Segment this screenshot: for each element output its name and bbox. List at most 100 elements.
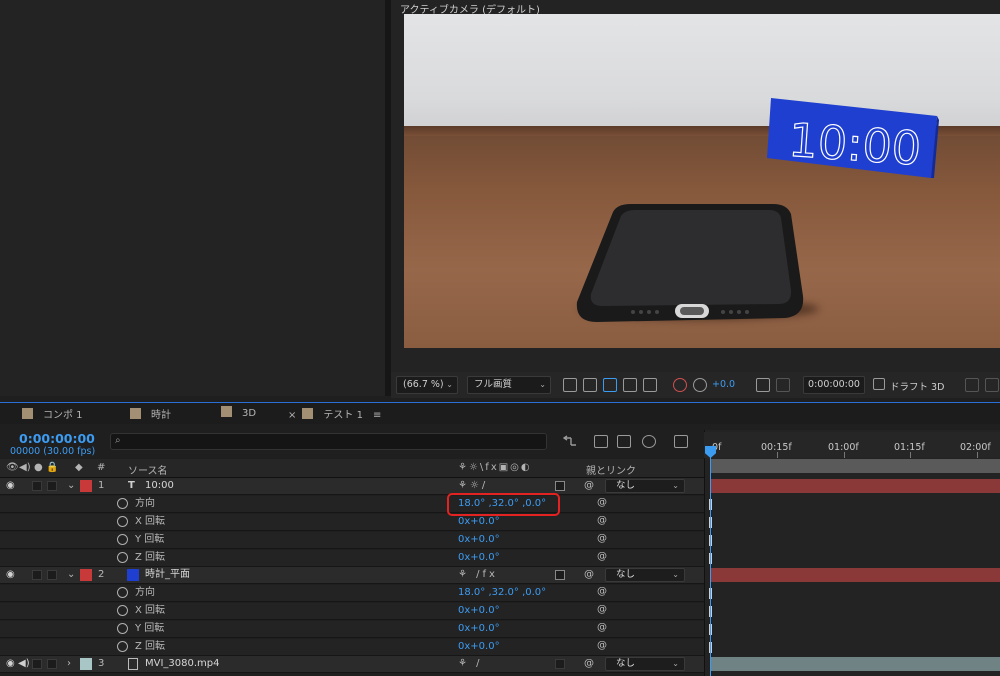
stopwatch-icon[interactable]	[117, 534, 128, 545]
orientation-value[interactable]: 18.0° ,32.0° ,0.0°	[458, 585, 546, 601]
3d-layer-switch[interactable]	[555, 481, 565, 491]
layer-row-3[interactable]	[0, 656, 704, 673]
solo-switch[interactable]	[32, 570, 42, 580]
reset-exposure-icon[interactable]	[693, 378, 707, 392]
camera-snapshot-icon[interactable]	[756, 378, 770, 392]
pick-whip-icon[interactable]: @	[597, 622, 607, 633]
layer-switches[interactable]: ⚘ /fx	[458, 567, 498, 583]
tab-3d[interactable]: 3D	[221, 406, 256, 422]
snapshot-region-icon[interactable]	[563, 378, 577, 392]
viewer-layout-icon[interactable]	[965, 378, 979, 392]
layer-name[interactable]: 時計_平面	[145, 567, 190, 583]
pick-whip-icon[interactable]: @	[597, 604, 607, 615]
visibility-eye-icon[interactable]: ◉	[6, 656, 15, 672]
x-rotation-value[interactable]: 0x+0.0°	[458, 603, 500, 619]
layer-duration-bar[interactable]	[711, 568, 1000, 582]
quality-dropdown[interactable]: フル画質 ⌄	[467, 376, 551, 394]
grid-guides-icon[interactable]	[643, 378, 657, 392]
pick-whip-icon[interactable]: @	[597, 497, 607, 508]
pick-whip-icon[interactable]: @	[597, 551, 607, 562]
layer-duration-bar[interactable]	[711, 657, 1000, 671]
pick-whip-icon[interactable]: @	[597, 586, 607, 597]
draft-3d-icon[interactable]	[594, 435, 608, 448]
z-rotation-value[interactable]: 0x+0.0°	[458, 550, 500, 566]
transparency-grid-icon[interactable]	[583, 378, 597, 392]
collapse-chevron-icon[interactable]: ›	[67, 656, 71, 672]
search-icon: ⌕	[115, 435, 121, 446]
expand-chevron-icon[interactable]: ⌄	[67, 567, 75, 583]
layer-label-color[interactable]	[80, 569, 92, 581]
y-rotation-value[interactable]: 0x+0.0°	[458, 532, 500, 548]
color-channel-icon[interactable]	[673, 378, 687, 392]
safe-margins-icon[interactable]	[623, 378, 637, 392]
stopwatch-icon[interactable]	[117, 623, 128, 634]
layer-label-color[interactable]	[80, 658, 92, 670]
frame-blending-icon[interactable]	[642, 435, 656, 448]
3d-text-layer-preview[interactable]: 10:00	[767, 98, 942, 178]
lock-switch[interactable]	[47, 570, 57, 580]
tab-clock[interactable]: 時計	[130, 406, 171, 422]
solo-switch[interactable]	[32, 481, 42, 491]
exposure-value[interactable]: +0.0	[712, 379, 735, 390]
parent-dropdown[interactable]: なし ⌄	[605, 568, 685, 582]
draft-3d-toggle[interactable]: ドラフト 3D	[890, 379, 944, 393]
layer-switches[interactable]: ⚘☼/	[458, 478, 488, 494]
tab-test-1[interactable]: × テスト 1 ≡	[288, 406, 381, 422]
graph-editor-icon[interactable]	[674, 435, 688, 448]
layer-duration-bar[interactable]	[711, 479, 1000, 493]
viewer-timecode[interactable]: 0:00:00:00	[803, 376, 865, 394]
comp-flowchart-icon[interactable]	[562, 435, 577, 448]
comp-swatch-icon	[302, 408, 314, 419]
x-rotation-value[interactable]: 0x+0.0°	[458, 514, 500, 530]
pick-whip-icon[interactable]: @	[584, 480, 594, 491]
audio-speaker-icon[interactable]: ◀)	[18, 656, 30, 672]
mask-path-icon[interactable]	[603, 378, 617, 392]
stopwatch-icon[interactable]	[117, 498, 128, 509]
layer-name[interactable]: 10:00	[145, 478, 174, 494]
stopwatch-icon[interactable]	[117, 552, 128, 563]
zoom-dropdown[interactable]: (66.7 %) ⌄	[396, 376, 458, 394]
source-name-column-label[interactable]: ソース名	[128, 462, 168, 477]
layer-search-input[interactable]	[110, 433, 547, 450]
work-area-bar[interactable]	[710, 459, 1000, 473]
show-snapshot-icon[interactable]	[776, 378, 790, 392]
project-panel	[0, 0, 385, 396]
current-time-display[interactable]: 0:00:00:00	[19, 431, 95, 446]
3d-layer-switch[interactable]	[555, 659, 565, 669]
ruler-tick	[844, 452, 845, 458]
stopwatch-icon[interactable]	[117, 587, 128, 598]
parent-dropdown[interactable]: なし ⌄	[605, 657, 685, 671]
current-time-indicator[interactable]	[710, 446, 711, 676]
visibility-eye-icon[interactable]: ◉	[6, 478, 15, 494]
pick-whip-icon[interactable]: @	[597, 533, 607, 544]
tab-close-icon[interactable]: ×	[288, 410, 296, 421]
y-rotation-value[interactable]: 0x+0.0°	[458, 621, 500, 637]
property-name: Y 回転	[135, 534, 165, 545]
pick-whip-icon[interactable]: @	[584, 569, 594, 580]
stopwatch-icon[interactable]	[117, 605, 128, 616]
pick-whip-icon[interactable]: @	[584, 658, 594, 669]
lock-switch[interactable]	[47, 659, 57, 669]
z-rotation-value[interactable]: 0x+0.0°	[458, 639, 500, 655]
tab-comp-1[interactable]: コンポ 1	[22, 406, 83, 422]
layer-switches[interactable]: ⚘ /	[458, 656, 483, 672]
pick-whip-icon[interactable]: @	[597, 640, 607, 651]
3d-renderer-icon[interactable]	[873, 378, 885, 390]
lock-switch[interactable]	[47, 481, 57, 491]
pick-whip-icon[interactable]: @	[597, 515, 607, 526]
stopwatch-icon[interactable]	[117, 641, 128, 652]
layer-row-2[interactable]	[0, 567, 704, 584]
stopwatch-icon[interactable]	[117, 516, 128, 527]
tab-menu-icon[interactable]: ≡	[373, 410, 381, 421]
extended-viewer-icon[interactable]	[985, 378, 999, 392]
solo-switch[interactable]	[32, 659, 42, 669]
layer-name[interactable]: MVI_3080.mp4	[145, 656, 220, 672]
visibility-eye-icon[interactable]: ◉	[6, 567, 15, 583]
layer-label-color[interactable]	[80, 480, 92, 492]
viewer-frame[interactable]: 10:00	[404, 14, 1000, 348]
layer-row-1[interactable]	[0, 478, 704, 495]
parent-dropdown[interactable]: なし ⌄	[605, 479, 685, 493]
shy-layers-icon[interactable]	[617, 435, 631, 448]
expand-chevron-icon[interactable]: ⌄	[67, 478, 75, 494]
3d-layer-switch[interactable]	[555, 570, 565, 580]
